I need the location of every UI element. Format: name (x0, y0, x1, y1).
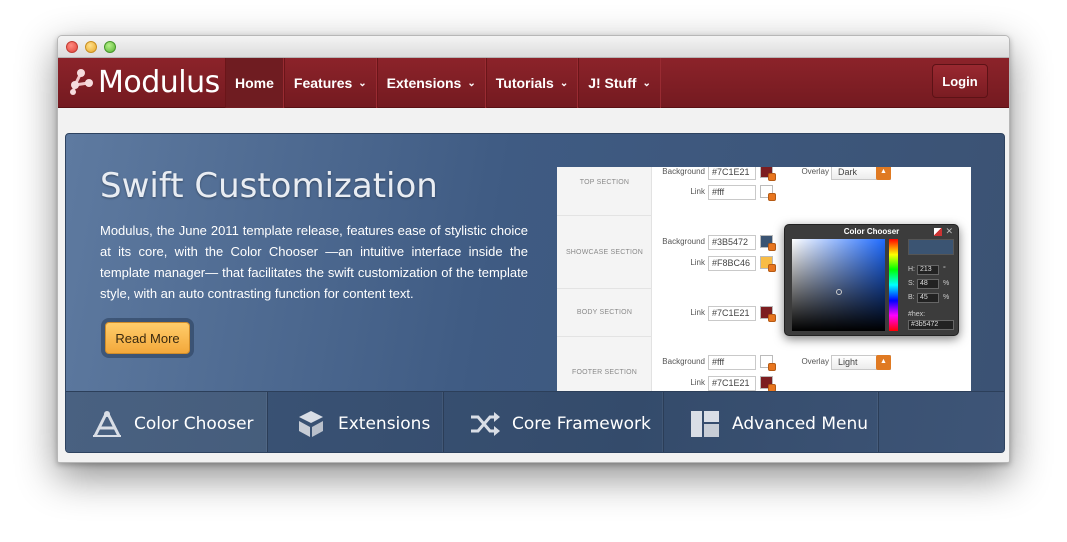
hex-field[interactable]: #3b5472 (908, 320, 954, 330)
nav-item-extensions[interactable]: Extensions ⌄ (376, 58, 486, 108)
color-picker-icon[interactable] (768, 173, 776, 181)
compass-icon (90, 409, 124, 439)
nav-item-tutorials[interactable]: Tutorials ⌄ (485, 58, 579, 108)
nav-item-label: Features (293, 75, 353, 91)
showcase-slide: Swift Customization Modulus, the June 20… (65, 133, 1005, 453)
feature-tab-core-framework[interactable]: Core Framework (444, 392, 664, 452)
slide-description: Modulus, the June 2011 template release,… (100, 223, 528, 301)
brightness-unit: % (943, 294, 950, 301)
section-label: BODY SECTION (576, 309, 633, 316)
feature-label: Advanced Menu (732, 413, 869, 434)
site-logo[interactable]: Modulus (68, 62, 220, 102)
overlay-label: Overlay (801, 357, 829, 366)
nav-item-features[interactable]: Features ⌄ (283, 58, 377, 108)
nav-item-label: J! Stuff (588, 75, 637, 91)
color-picker-icon[interactable] (768, 193, 776, 201)
window-titlebar (58, 36, 1009, 58)
section-label: SHOWCASE SECTION (565, 249, 644, 256)
section-labels-column (557, 167, 652, 397)
section-divider (557, 215, 652, 216)
box-icon (294, 409, 328, 439)
link-label: Link (690, 187, 705, 196)
saturation-brightness-picker[interactable] (792, 239, 885, 331)
showcase-background-field[interactable]: #3B5472 (708, 235, 756, 250)
close-icon[interactable]: ✕ (945, 226, 953, 237)
link-label: Link (690, 378, 705, 387)
brightness-label: B: (908, 294, 915, 301)
top-background-field[interactable]: #7C1E21 (708, 167, 756, 180)
picker-handle[interactable] (836, 289, 842, 295)
saturation-unit: % (943, 280, 950, 287)
logo-text: Modulus (98, 64, 220, 100)
select-value: Dark (838, 167, 858, 177)
color-picker-icon[interactable] (768, 314, 776, 322)
feature-tab-extensions[interactable]: Extensions (268, 392, 444, 452)
top-overlay-select[interactable]: Dark ▲ (831, 167, 891, 180)
nav-item-home[interactable]: Home (225, 58, 284, 108)
chevron-down-icon: ⌄ (642, 77, 651, 89)
link-label: Link (690, 308, 705, 317)
color-picker-icon[interactable] (768, 264, 776, 272)
chevron-down-icon: ⌄ (559, 77, 569, 89)
minimize-window-button[interactable] (85, 41, 97, 53)
section-divider (557, 336, 652, 337)
select-arrow-icon: ▲ (876, 167, 891, 180)
molecule-icon (70, 69, 93, 95)
feature-tab-advanced-menu[interactable]: Advanced Menu (664, 392, 879, 452)
color-picker-icon[interactable] (768, 363, 776, 371)
select-arrow-icon: ▲ (876, 355, 891, 370)
section-divider (557, 288, 652, 289)
color-picker-icon[interactable] (768, 243, 776, 251)
shuffle-icon (468, 409, 502, 439)
main-menu: Home Features ⌄ Extensions ⌄ Tutorials ⌄… (225, 58, 661, 108)
section-label: FOOTER SECTION (571, 369, 638, 376)
background-label: Background (662, 237, 705, 246)
color-preview (908, 239, 954, 255)
hue-field[interactable]: 213 (917, 265, 939, 275)
hue-unit: ° (943, 266, 946, 273)
feature-label: Core Framework (512, 413, 651, 434)
brightness-field[interactable]: 45 (917, 293, 939, 303)
layout-icon (688, 409, 722, 439)
feature-tabs: Color Chooser Extensions Core Framework … (66, 391, 1004, 452)
section-label: TOP SECTION (579, 179, 630, 186)
nav-item-label: Home (235, 75, 274, 91)
nav-item-label: Tutorials (495, 75, 554, 91)
footer-link-field[interactable]: #7C1E21 (708, 376, 756, 391)
hex-label: #hex: (908, 311, 926, 318)
link-label: Link (690, 258, 705, 267)
feature-tab-color-chooser[interactable]: Color Chooser (66, 392, 268, 452)
saturation-field[interactable]: 48 (917, 279, 939, 289)
browser-window: Modulus Home Features ⌄ Extensions ⌄ Tut… (57, 35, 1010, 463)
body-link-field[interactable]: #7C1E21 (708, 306, 756, 321)
overlay-label: Overlay (801, 167, 829, 176)
saturation-label: S: (908, 280, 915, 287)
hue-slider[interactable] (889, 239, 898, 331)
slide-title: Swift Customization (100, 166, 438, 206)
footer-background-field[interactable]: #fff (708, 355, 756, 370)
select-value: Light (838, 357, 858, 367)
chevron-down-icon: ⌄ (358, 77, 367, 89)
feature-label: Extensions (338, 413, 431, 434)
showcase-link-field[interactable]: #F8BC46 (708, 256, 756, 271)
nav-item-j-stuff[interactable]: J! Stuff ⌄ (578, 58, 661, 108)
login-button[interactable]: Login (932, 64, 988, 98)
footer-overlay-select[interactable]: Light ▲ (831, 355, 891, 370)
background-label: Background (662, 167, 705, 176)
reset-color-icon[interactable] (934, 228, 942, 236)
background-label: Background (662, 357, 705, 366)
color-chooser-popup: Color Chooser ✕ H: 213 ° S: 48 % B: 45 %… (784, 224, 959, 336)
zoom-window-button[interactable] (104, 41, 116, 53)
main-navbar: Modulus Home Features ⌄ Extensions ⌄ Tut… (58, 58, 1009, 108)
read-more-button[interactable]: Read More (105, 322, 190, 354)
nav-item-label: Extensions (386, 75, 462, 91)
chooser-title: Color Chooser (843, 227, 900, 236)
hue-label: H: (908, 266, 915, 273)
close-window-button[interactable] (66, 41, 78, 53)
chevron-down-icon: ⌄ (467, 77, 476, 89)
top-link-field[interactable]: #fff (708, 185, 756, 200)
feature-label: Color Chooser (134, 413, 254, 434)
